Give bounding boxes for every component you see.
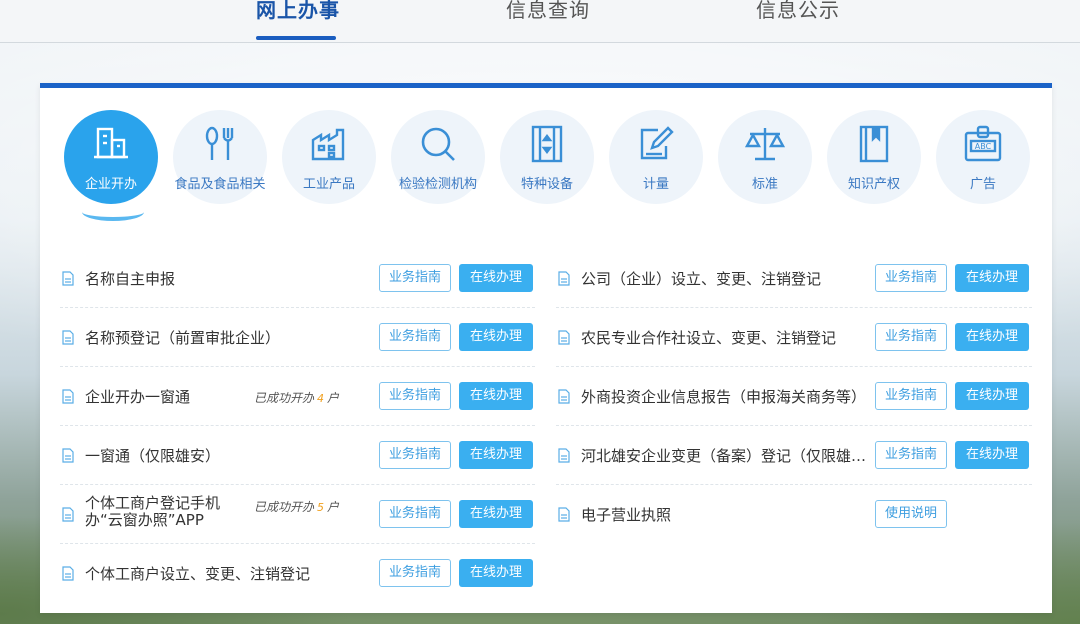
online-handle-button[interactable]: 在线办理 (955, 382, 1029, 410)
factory-icon (311, 128, 345, 161)
online-handle-button[interactable]: 在线办理 (459, 382, 533, 410)
category-label: 特种设备 (520, 177, 573, 192)
abc-badge-icon: ABC (964, 125, 1002, 162)
category-metrology[interactable]: 计量 (609, 110, 703, 204)
category-label: 检验检测机构 (398, 177, 477, 192)
guide-button[interactable]: 业务指南 (379, 441, 451, 469)
svg-text:ABC: ABC (975, 142, 992, 151)
document-icon (62, 448, 74, 463)
item-title[interactable]: 企业开办一窗通 (85, 386, 190, 407)
tab-info-publicity[interactable]: 信息公示 (756, 0, 840, 23)
online-handle-button[interactable]: 在线办理 (955, 441, 1029, 469)
utensils-icon (205, 126, 234, 160)
document-icon (62, 389, 74, 404)
item-title[interactable]: 农民专业合作社设立、变更、注销登记 (581, 327, 836, 348)
document-icon (62, 507, 74, 522)
item-title[interactable]: 一窗通（仅限雄安） (85, 445, 220, 466)
category-inspection-agencies[interactable]: 检验检测机构 (391, 110, 485, 204)
edit-icon (640, 126, 674, 160)
top-nav: 网上办事 信息查询 信息公示 (0, 0, 1080, 43)
item-title[interactable]: 河北雄安企业变更（备案）登记（仅限雄安） (581, 445, 871, 466)
guide-button[interactable]: 业务指南 (875, 382, 947, 410)
services-panel: 企业开办 食品及食品相关 工业产品 检验检测机构 特种设备 计量 标准 知识产权… (40, 83, 1052, 613)
item-title[interactable]: 个体工商户设立、变更、注销登记 (85, 563, 310, 584)
list-item: 名称预登记（前置审批企业） 业务指南 在线办理 (60, 308, 535, 367)
category-intellectual-property[interactable]: 知识产权 (827, 110, 921, 204)
list-item: 河北雄安企业变更（备案）登记（仅限雄安） 业务指南 在线办理 (556, 426, 1032, 485)
item-title[interactable]: 名称预登记（前置审批企业） (85, 327, 280, 348)
item-title[interactable]: 外商投资企业信息报告（申报海关商务等） (581, 386, 866, 407)
guide-button[interactable]: 业务指南 (875, 323, 947, 351)
list-item: 公司（企业）设立、变更、注销登记 业务指南 在线办理 (556, 249, 1032, 308)
active-category-indicator (82, 203, 144, 221)
online-handle-button[interactable]: 在线办理 (459, 264, 533, 292)
category-enterprise-setup[interactable]: 企业开办 (64, 110, 158, 204)
user-manual-button[interactable]: 使用说明 (875, 500, 947, 528)
online-handle-button[interactable]: 在线办理 (459, 559, 533, 587)
tab-info-query[interactable]: 信息查询 (506, 0, 590, 23)
online-handle-button[interactable]: 在线办理 (955, 264, 1029, 292)
guide-button[interactable]: 业务指南 (379, 559, 451, 587)
elevator-icon (531, 125, 563, 163)
scales-icon (745, 128, 785, 161)
book-icon (859, 125, 889, 163)
active-tab-underline (256, 36, 336, 40)
guide-button[interactable]: 业务指南 (379, 264, 451, 292)
category-food[interactable]: 食品及食品相关 (173, 110, 267, 204)
online-handle-button[interactable]: 在线办理 (955, 323, 1029, 351)
list-item: 企业开办一窗通 已成功开办 4 户 业务指南 在线办理 (60, 367, 535, 426)
category-label: 标准 (751, 177, 778, 192)
category-advertising[interactable]: ABC 广告 (936, 110, 1030, 204)
category-label: 计量 (642, 177, 669, 192)
building-icon (94, 127, 128, 159)
category-label: 食品及食品相关 (174, 177, 266, 192)
online-handle-button[interactable]: 在线办理 (459, 441, 533, 469)
item-title[interactable]: 名称自主申报 (85, 268, 175, 289)
success-count: 已成功开办 5 户 (254, 500, 340, 514)
magnifier-icon (421, 127, 455, 161)
guide-button[interactable]: 业务指南 (875, 264, 947, 292)
document-icon (558, 507, 570, 522)
list-item: 一窗通（仅限雄安） 业务指南 在线办理 (60, 426, 535, 485)
category-standards[interactable]: 标准 (718, 110, 812, 204)
guide-button[interactable]: 业务指南 (379, 382, 451, 410)
item-title[interactable]: 电子营业执照 (581, 504, 671, 525)
document-icon (62, 271, 74, 286)
document-icon (558, 271, 570, 286)
category-label: 工业产品 (302, 177, 355, 192)
list-item: 个体工商户设立、变更、注销登记 业务指南 在线办理 (60, 544, 535, 602)
category-industrial-products[interactable]: 工业产品 (282, 110, 376, 204)
list-item: 农民专业合作社设立、变更、注销登记 业务指南 在线办理 (556, 308, 1032, 367)
list-item: 名称自主申报 业务指南 在线办理 (60, 249, 535, 308)
online-handle-button[interactable]: 在线办理 (459, 500, 533, 528)
document-icon (558, 448, 570, 463)
category-label: 企业开办 (84, 177, 137, 192)
online-handle-button[interactable]: 在线办理 (459, 323, 533, 351)
success-count: 已成功开办 4 户 (254, 391, 340, 405)
category-special-equipment[interactable]: 特种设备 (500, 110, 594, 204)
tab-online-services[interactable]: 网上办事 (256, 0, 340, 23)
list-item: 个体工商户登记手机办“云窗办照”APP 已成功开办 5 户 业务指南 在线办理 (60, 485, 535, 544)
document-icon (62, 330, 74, 345)
category-label: 广告 (969, 177, 996, 192)
item-title[interactable]: 公司（企业）设立、变更、注销登记 (581, 268, 821, 289)
list-item: 电子营业执照 使用说明 (556, 485, 1032, 543)
document-icon (558, 330, 570, 345)
guide-button[interactable]: 业务指南 (875, 441, 947, 469)
category-label: 知识产权 (847, 177, 900, 192)
guide-button[interactable]: 业务指南 (379, 323, 451, 351)
guide-button[interactable]: 业务指南 (379, 500, 451, 528)
item-title[interactable]: 个体工商户登记手机办“云窗办照”APP (85, 495, 245, 529)
list-item: 外商投资企业信息报告（申报海关商务等） 业务指南 在线办理 (556, 367, 1032, 426)
document-icon (558, 389, 570, 404)
document-icon (62, 566, 74, 581)
